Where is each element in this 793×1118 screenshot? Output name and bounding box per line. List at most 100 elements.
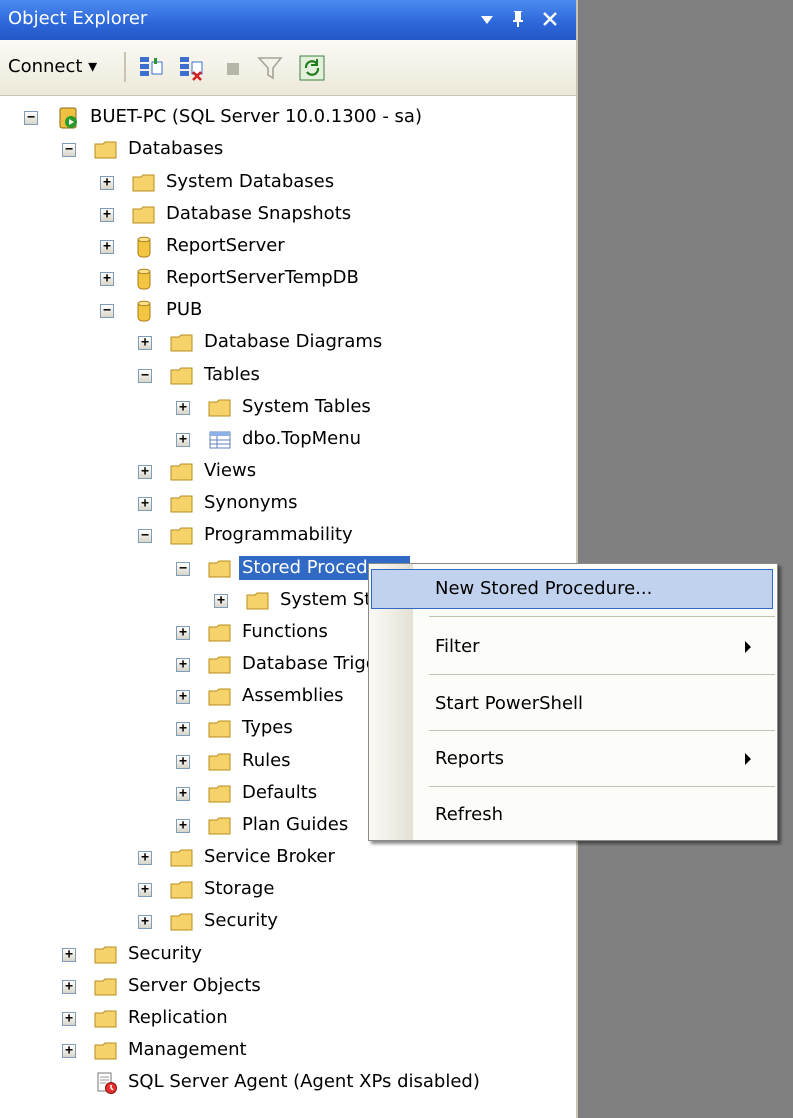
folder-icon [94,1042,117,1060]
menu-item-reports[interactable]: Reports [369,739,777,779]
tree-item-label: Plan Guides [242,814,349,835]
menu-item-start-powershell[interactable]: Start PowerShell [369,684,777,724]
tree-item-label: ReportServerTempDB [166,267,359,288]
tree-item-label: SQL Server Agent (Agent XPs disabled) [128,1071,480,1092]
folder-icon [94,978,117,996]
connect-object-explorer-icon[interactable] [138,54,168,82]
tree-item-database-diagrams[interactable]: + Database Diagrams [0,327,576,359]
disconnect-icon[interactable] [178,54,208,82]
tree-item-synonyms[interactable]: + Synonyms [0,488,576,520]
collapse-toggle[interactable]: − [100,304,114,318]
pin-icon[interactable] [505,6,531,32]
expand-toggle[interactable]: + [176,755,190,769]
tree-item-dbo-topmenu[interactable]: + dbo.TopMenu [0,424,576,456]
tree-item-server-objects[interactable]: + Server Objects [0,971,576,1003]
collapse-toggle[interactable]: − [138,529,152,543]
stop-icon [220,54,246,82]
expand-toggle[interactable]: + [138,465,152,479]
folder-icon [170,849,193,867]
expand-toggle[interactable]: + [100,240,114,254]
tree-item-sql-server-agent[interactable]: SQL Server Agent (Agent XPs disabled) [0,1067,576,1099]
folder-icon [170,527,193,545]
context-menu: New Stored Procedure... Filter Start Pow… [368,563,778,841]
folder-icon [208,560,231,578]
tree-item-programmability[interactable]: − Programmability [0,520,576,552]
database-icon [137,236,151,258]
expand-toggle[interactable]: + [138,851,152,865]
server-icon [59,107,77,129]
tree-item-pub[interactable]: − PUB [0,295,576,327]
tree-item-service-broker[interactable]: + Service Broker [0,842,576,874]
collapse-toggle[interactable]: − [138,369,152,383]
expand-toggle[interactable]: + [176,722,190,736]
expand-toggle[interactable]: + [100,208,114,222]
collapse-toggle[interactable]: − [176,562,190,576]
tree-item-management[interactable]: + Management [0,1035,576,1067]
expand-toggle[interactable]: + [62,1012,76,1026]
expand-toggle[interactable]: + [138,336,152,350]
submenu-arrow-icon [745,641,751,653]
expand-toggle[interactable]: + [62,980,76,994]
connect-button[interactable]: Connect ▾ [8,56,97,84]
tree-item-reportservertempdb[interactable]: + ReportServerTempDB [0,263,576,295]
filter-icon[interactable] [256,54,286,82]
menu-separator [429,674,775,675]
tree-item-label: Rules [242,750,291,771]
expand-toggle[interactable]: + [100,176,114,190]
database-icon [137,300,151,322]
expand-toggle[interactable]: + [138,497,152,511]
tree-item-security[interactable]: + Security [0,939,576,971]
tree-item-reportserver[interactable]: + ReportServer [0,231,576,263]
folder-icon [170,367,193,385]
folder-icon [132,206,155,224]
tree-item-label: System Databases [166,171,335,192]
expand-toggle[interactable]: + [176,626,190,640]
tree-item-databases[interactable]: − Databases [0,134,576,166]
tree-item-label: Storage [204,878,275,899]
tree-item-system-tables[interactable]: + System Tables [0,392,576,424]
expand-toggle[interactable]: + [138,915,152,929]
tree-item-system-databases[interactable]: + System Databases [0,167,576,199]
expand-toggle[interactable]: + [62,948,76,962]
expand-toggle[interactable]: + [100,272,114,286]
folder-icon [94,1010,117,1028]
menu-item-refresh[interactable]: Refresh [369,795,777,835]
toolbar-separator [124,52,126,82]
menu-item-new-stored-procedure[interactable]: New Stored Procedure... [371,569,773,609]
dropdown-arrow-icon[interactable] [474,6,500,32]
close-icon[interactable] [537,6,563,32]
expand-toggle[interactable]: + [176,690,190,704]
agent-icon [97,1072,117,1094]
menu-item-filter[interactable]: Filter [369,627,777,667]
expand-toggle[interactable]: + [176,658,190,672]
folder-icon [246,592,269,610]
menu-separator [429,730,775,731]
tree-item-label: Functions [242,621,328,642]
folder-icon [170,495,193,513]
expand-toggle[interactable]: + [176,401,190,415]
folder-icon [170,463,193,481]
tree-item-label: Management [128,1039,247,1060]
tree-item-label: Database Snapshots [166,203,352,224]
tree-item-label: BUET-PC (SQL Server 10.0.1300 - sa) [90,106,422,127]
tree-item-pub-security[interactable]: + Security [0,906,576,938]
expand-toggle[interactable]: + [214,594,228,608]
expand-toggle[interactable]: + [176,787,190,801]
expand-toggle[interactable]: + [176,433,190,447]
expand-toggle[interactable]: + [176,819,190,833]
expand-toggle[interactable]: + [138,883,152,897]
expand-toggle[interactable]: + [62,1044,76,1058]
tree-item-database-snapshots[interactable]: + Database Snapshots [0,199,576,231]
collapse-toggle[interactable]: − [62,143,76,157]
tree-item-replication[interactable]: + Replication [0,1003,576,1035]
tree-item-views[interactable]: + Views [0,456,576,488]
tree-item-storage[interactable]: + Storage [0,874,576,906]
tree-item-server[interactable]: − BUET-PC (SQL Server 10.0.1300 - sa) [0,102,576,134]
tree-item-label: Security [128,943,202,964]
folder-icon [208,785,231,803]
refresh-icon[interactable] [298,54,326,82]
object-explorer-toolbar: Connect ▾ [0,40,576,96]
window-title: Object Explorer [8,8,148,29]
collapse-toggle[interactable]: − [24,111,38,125]
tree-item-tables[interactable]: − Tables [0,360,576,392]
